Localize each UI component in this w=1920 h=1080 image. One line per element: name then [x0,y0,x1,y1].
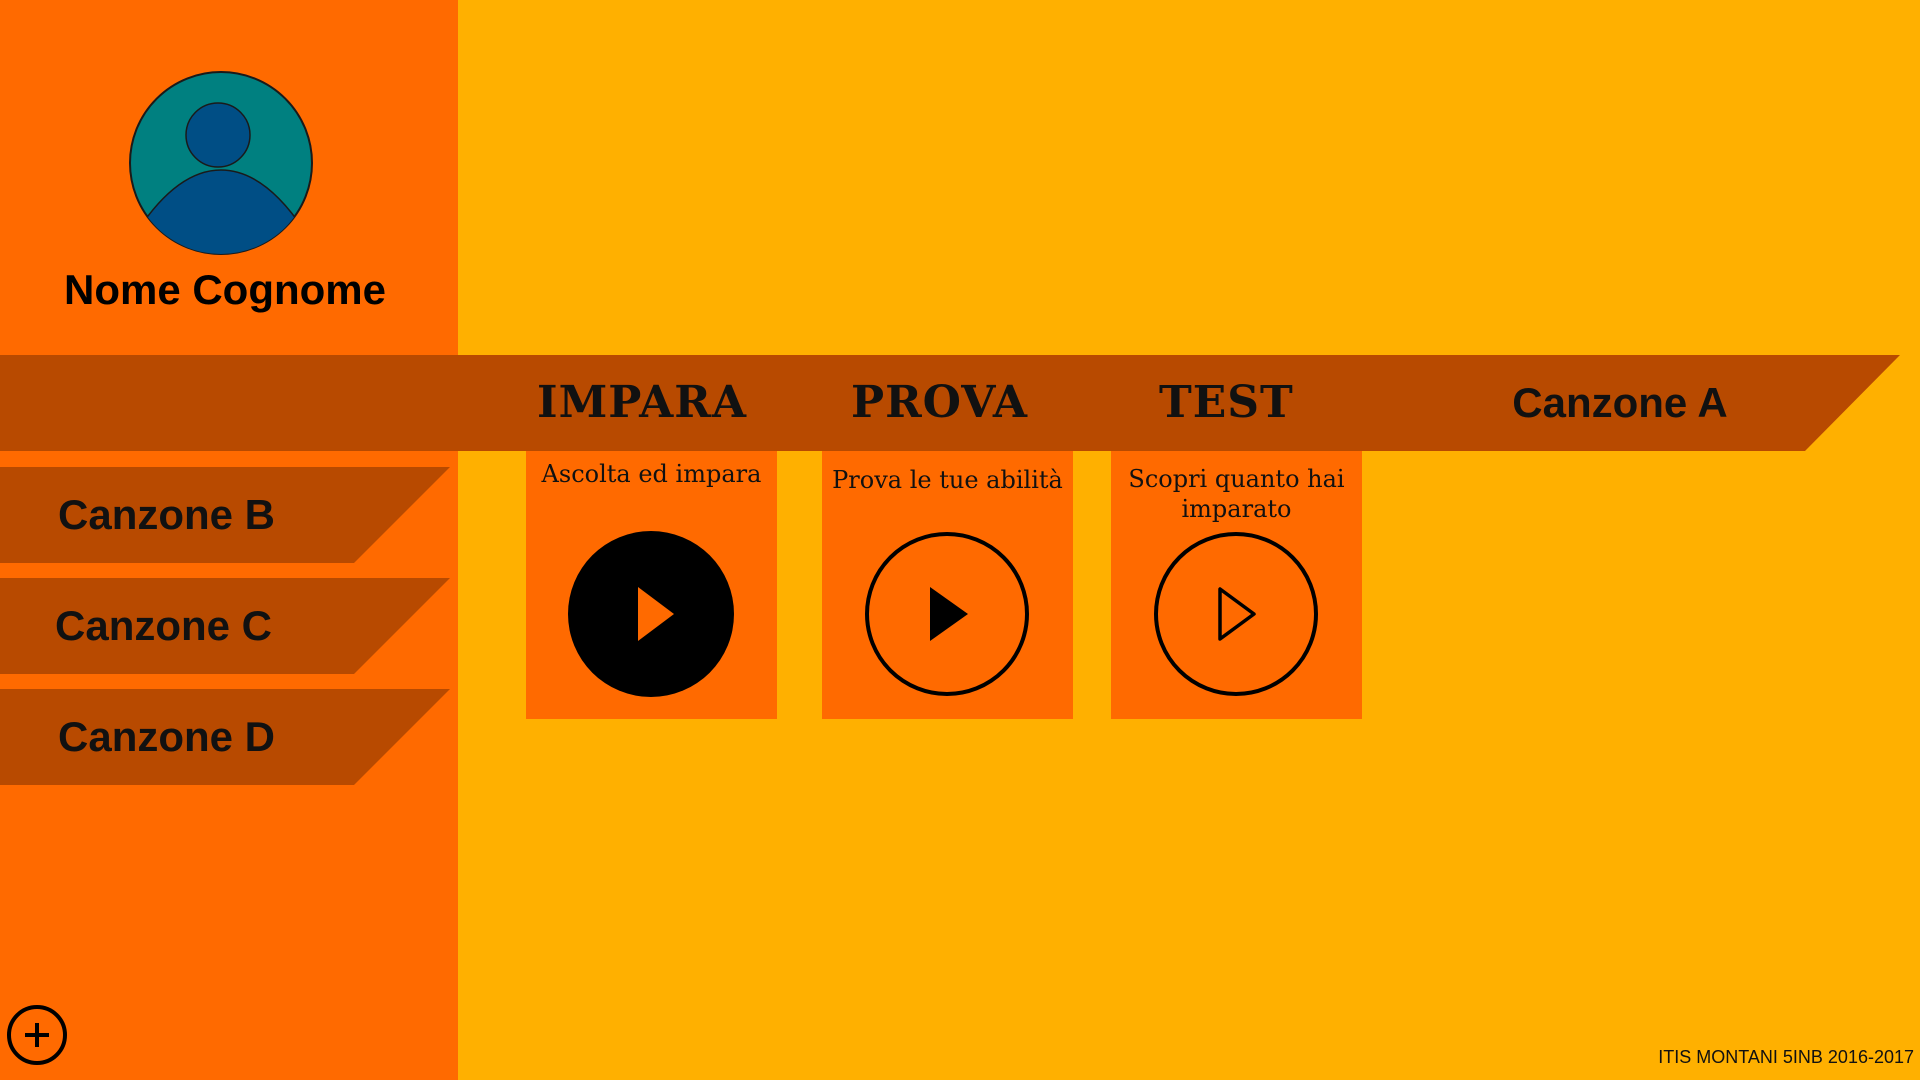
tab-prova[interactable]: PROVA [851,375,1028,431]
user-name: Nome Cognome [63,266,386,313]
song-item-c[interactable]: Canzone C [0,578,450,674]
card-impara: Ascolta ed impara [526,451,777,719]
tab-impara[interactable]: IMPARA [537,375,747,431]
song-item-label: Canzone B [58,491,276,538]
song-item-d[interactable]: Canzone D [0,689,450,785]
card-description: Ascolta ed impara [541,460,762,488]
card-test: Scopri quanto hai imparato [1111,451,1362,719]
user-avatar-icon[interactable] [128,70,314,256]
play-icon-filled[interactable] [566,529,736,699]
play-icon-outline-circle[interactable] [862,529,1032,699]
play-icon-outline[interactable] [1151,529,1321,699]
tab-test[interactable]: TEST [1159,375,1294,431]
song-item-b[interactable]: Canzone B [0,467,450,563]
plus-icon [7,1005,67,1065]
song-item-label: Canzone C [55,602,273,649]
card-description: Scopri quanto hai imparato [1128,465,1345,523]
footer-credits: ITIS MONTANI 5INB 2016-2017 [1658,1047,1914,1067]
card-description: Prova le tue abilità [832,466,1063,494]
card-prova: Prova le tue abilità [822,451,1073,719]
add-song-button[interactable] [6,1004,68,1066]
song-item-label: Canzone D [58,713,276,760]
current-song-title: Canzone A [1512,379,1728,426]
